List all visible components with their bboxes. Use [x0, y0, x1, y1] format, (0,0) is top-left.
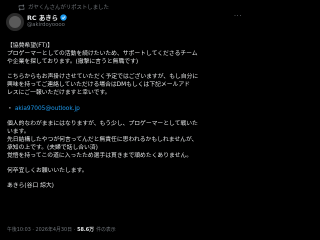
email-bullet: ・: [7, 105, 13, 112]
post-line: レスにご一報いただけますと幸いです。: [7, 90, 111, 97]
verified-badge-icon: [60, 14, 67, 21]
views-label: 件の表示: [96, 227, 116, 233]
email-link[interactable]: akia97005@outlook.jp: [15, 105, 80, 113]
timestamp[interactable]: 午後10:03 · 2026年4月30日 ·: [7, 226, 75, 233]
tweet: ガヤくんさんがリポストしました RC あきら @akirdoyoooo ··· …: [0, 0, 250, 240]
repost-indicator[interactable]: ガヤくんさんがリポストしました: [18, 3, 109, 11]
signature: あきら(谷口 諒大): [7, 183, 54, 190]
views-count: 58.6万: [77, 227, 95, 233]
author-handle[interactable]: @akirdoyoooo: [27, 22, 65, 28]
avatar[interactable]: [6, 13, 24, 31]
email-row: ・ akia97005@outlook.jp: [7, 105, 245, 113]
post-heading: 【協賛希望(FT)】: [7, 43, 54, 49]
post-line: 覚悟を持ってこの道に入ったため選手は貫きまで頑めたくありません。: [7, 153, 193, 160]
post-line: 個人的なわがままにはなりますが、もう少し、プロゲーマーとして戦いた: [7, 120, 198, 127]
tweet-meta: 午後10:03 · 2026年4月30日 · 58.6万 件の表示: [7, 226, 116, 233]
post-line: 興味を持ってご連絡していただける場合はDMもしくは下記メールアド: [7, 82, 190, 89]
post-line: プロゲーマーとしての活動を続けたいため、サポートしてくださるチーム: [7, 51, 198, 58]
author-name[interactable]: RC あきら: [27, 13, 58, 22]
repost-text: ガヤくんさんがリポストしました: [28, 5, 109, 11]
post-line: 承知の上です。(夫婦で話し合い済): [7, 144, 98, 151]
post-line: 先日結構したやつが何言ってんだと無責任に思われるかもしれませんが、: [7, 136, 198, 143]
repost-icon: [18, 3, 25, 11]
more-options-icon[interactable]: ···: [234, 12, 242, 20]
tweet-text: 【協賛希望(FT)】 プロゲーマーとしての活動を続けたいため、サポートしてくださ…: [7, 42, 245, 190]
author-name-row[interactable]: RC あきら: [27, 13, 67, 22]
post-line: います。: [7, 128, 30, 135]
post-line: 何卒宜しくお願いいたします。: [7, 168, 88, 175]
post-line: こちらからもお声掛けさせていただく予定ではございますが、もし自分に: [7, 74, 199, 81]
post-line: や企業を探しております。(撤撃に言うと無職です): [7, 59, 139, 66]
